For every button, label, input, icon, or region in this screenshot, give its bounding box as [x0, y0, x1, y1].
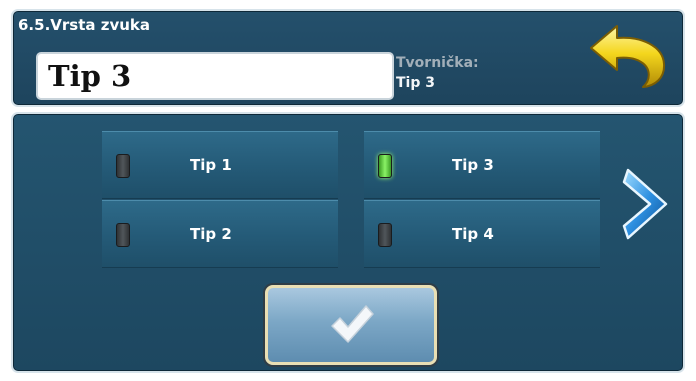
- option-tip-3[interactable]: Tip 3: [364, 131, 600, 199]
- option-tip-1[interactable]: Tip 1: [102, 131, 338, 199]
- led-off-icon: [116, 223, 130, 247]
- confirm-button[interactable]: [265, 285, 437, 365]
- current-value-text: Tip 3: [48, 59, 132, 93]
- next-page-button[interactable]: [618, 164, 676, 244]
- led-on-icon: [378, 154, 392, 178]
- factory-default-label: Tvornička:: [396, 55, 479, 71]
- led-off-icon: [378, 223, 392, 247]
- option-label: Tip 2: [190, 225, 232, 243]
- screen: 6.5.Vrsta zvuka Tip 3 Tvornička: Tip 3 T…: [0, 0, 696, 381]
- back-arrow-icon: [590, 25, 666, 88]
- option-label: Tip 3: [452, 156, 494, 174]
- chevron-right-icon: [622, 168, 668, 240]
- header-panel: 6.5.Vrsta zvuka Tip 3 Tvornička: Tip 3: [11, 9, 685, 107]
- back-button[interactable]: [585, 20, 671, 90]
- option-tip-4[interactable]: Tip 4: [364, 200, 600, 268]
- checkmark-icon: [331, 305, 374, 343]
- option-label: Tip 4: [452, 225, 494, 243]
- factory-default-value: Tip 3: [396, 75, 435, 91]
- page-title: 6.5.Vrsta zvuka: [18, 16, 151, 34]
- current-value-display: Tip 3: [36, 52, 394, 100]
- option-label: Tip 1: [190, 156, 232, 174]
- option-tip-2[interactable]: Tip 2: [102, 200, 338, 268]
- led-off-icon: [116, 154, 130, 178]
